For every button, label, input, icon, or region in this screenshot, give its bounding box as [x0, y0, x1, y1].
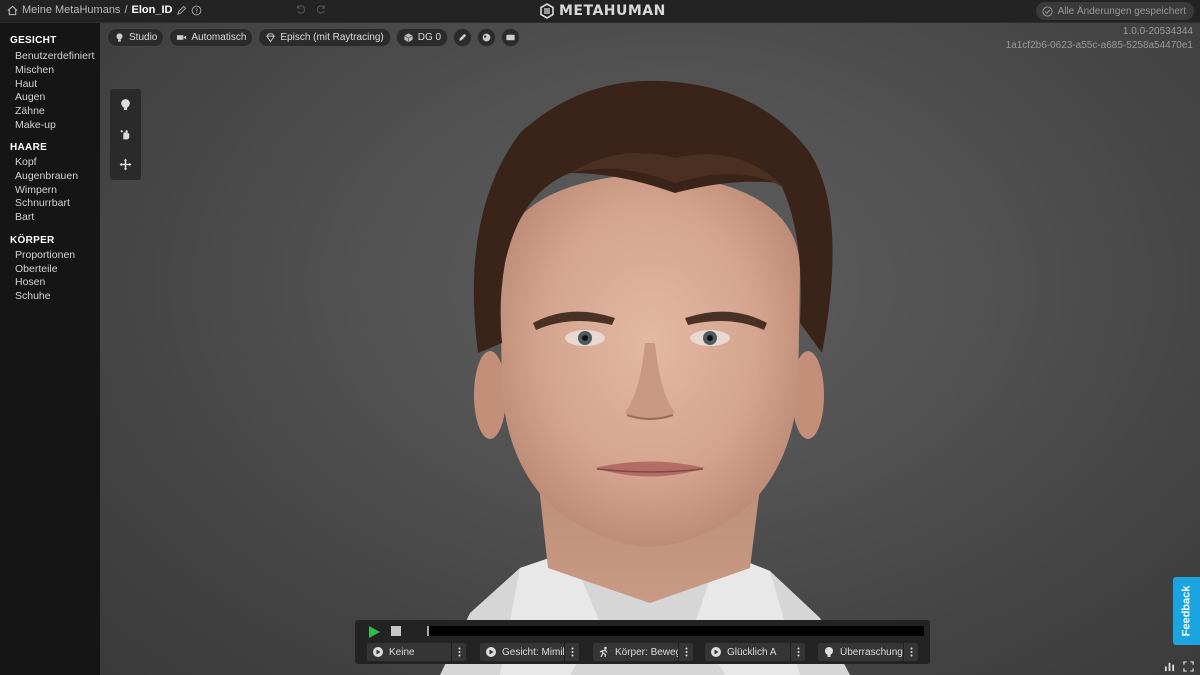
camera-dropdown[interactable]: Automatisch	[169, 28, 254, 47]
sidebar-item-proportionen[interactable]: Proportionen	[15, 249, 75, 261]
face-animation-label: Gesicht: Mimik	[502, 646, 564, 658]
running-icon	[599, 646, 608, 658]
rotate-tool-button[interactable]	[115, 123, 137, 145]
sidebar-item-bart[interactable]: Bart	[15, 211, 34, 223]
expression-label: Überraschung	[840, 646, 903, 658]
pencil-tool-button[interactable]	[453, 28, 473, 47]
sidebar-item-wimpern[interactable]: Wimpern	[15, 184, 57, 196]
hand-icon	[120, 130, 130, 140]
quality-label: Episch (mit Raytracing)	[280, 32, 384, 43]
cube-icon	[403, 33, 413, 43]
section-title-haare: HAARE	[10, 142, 48, 153]
face-animation-dropdown[interactable]: Gesicht: Mimik	[480, 643, 579, 661]
animation-preset-dropdown[interactable]: Keine	[367, 643, 466, 661]
sculpt-icon	[482, 33, 491, 42]
lod-label: DG 0	[417, 32, 442, 43]
animation-bar: Keine Gesicht: Mimik Körper: Bewegungsum…	[355, 620, 930, 664]
help-icon[interactable]: ?	[191, 5, 202, 16]
display-tool-button[interactable]	[501, 28, 521, 47]
move-tool-button[interactable]	[115, 154, 137, 176]
sidebar-item-oberteile[interactable]: Oberteile	[15, 263, 58, 275]
stats-icon[interactable]	[1164, 661, 1175, 672]
viewport-toolbar: Studio Automatisch Episch (mit Raytracin…	[107, 28, 521, 47]
sidebar-item-make-up[interactable]: Make-up	[15, 119, 56, 131]
sidebar-item-kopf[interactable]: Kopf	[15, 156, 37, 168]
version-info: 1.0.0-20534344 1a1cf2b6-0623-a55c-a685-5…	[1006, 25, 1193, 53]
lighting-label: Studio	[129, 32, 158, 43]
emotion-animation-dropdown[interactable]: Glücklich A	[705, 643, 805, 661]
quality-dropdown[interactable]: Episch (mit Raytracing)	[258, 28, 391, 47]
save-status: Alle Änderungen gespeichert	[1035, 2, 1194, 20]
face-icon	[486, 647, 496, 657]
more-icon[interactable]	[451, 643, 466, 661]
expression-dropdown[interactable]: Überraschung	[818, 643, 918, 661]
lod-dropdown[interactable]: DG 0	[395, 28, 449, 47]
pencil-icon	[459, 33, 467, 41]
emotion-animation-label: Glücklich A	[727, 646, 777, 658]
camera-label: Automatisch	[191, 32, 247, 43]
breadcrumb: Meine MetaHumans / Elon_ID ?	[7, 4, 202, 16]
breadcrumb-current: Elon_ID	[131, 4, 173, 16]
undo-redo-group	[295, 4, 327, 15]
head-icon	[121, 98, 130, 110]
head-icon	[825, 647, 833, 657]
svg-text:?: ?	[195, 6, 198, 14]
sidebar-item-hosen[interactable]: Hosen	[15, 276, 45, 288]
body-animation-dropdown[interactable]: Körper: Bewegungsumfang	[593, 643, 693, 661]
lighting-dropdown[interactable]: Studio	[107, 28, 165, 47]
more-icon[interactable]	[790, 643, 805, 661]
sculpt-tool-button[interactable]	[477, 28, 497, 47]
lightbulb-icon	[116, 33, 123, 42]
sidebar-item-benutzerdefiniert[interactable]: Benutzerdefiniert	[15, 50, 94, 62]
sidebar-item-schnurrbart[interactable]: Schnurrbart	[15, 197, 70, 209]
redo-icon[interactable]	[316, 4, 327, 15]
move-icon	[119, 158, 132, 171]
camera-icon	[177, 35, 187, 40]
sidebar-item-zaehne[interactable]: Zähne	[15, 105, 45, 117]
top-bar: Meine MetaHumans / Elon_ID ? METAHUMAN A…	[0, 0, 1200, 23]
breadcrumb-root[interactable]: Meine MetaHumans	[22, 4, 120, 16]
fullscreen-icon[interactable]	[1183, 661, 1194, 672]
play-circle-icon	[373, 647, 383, 657]
stop-icon[interactable]	[391, 626, 401, 636]
edit-icon[interactable]	[176, 5, 187, 16]
breadcrumb-separator: /	[124, 4, 128, 16]
metahuman-logo: METAHUMAN	[539, 3, 666, 19]
save-status-text: Alle Änderungen gespeichert	[1057, 5, 1186, 17]
metahuman-character	[440, 80, 850, 675]
monitor-icon	[506, 34, 515, 41]
feedback-button[interactable]: Feedback	[1173, 577, 1200, 645]
feedback-label: Feedback	[1180, 585, 1193, 637]
undo-icon[interactable]	[295, 4, 306, 15]
home-icon[interactable]	[7, 5, 18, 16]
play-icon[interactable]	[367, 625, 381, 639]
check-circle-icon	[1042, 5, 1053, 17]
more-icon[interactable]	[903, 643, 918, 661]
animation-timeline[interactable]	[427, 626, 924, 636]
more-icon[interactable]	[678, 643, 693, 661]
play-circle-icon	[711, 647, 721, 657]
animation-preset-label: Keine	[389, 646, 415, 658]
logo-text: METAHUMAN	[559, 3, 666, 19]
sidebar-item-mischen[interactable]: Mischen	[15, 64, 54, 76]
more-icon[interactable]	[564, 643, 579, 661]
version-number: 1.0.0-20534344	[1122, 26, 1193, 37]
section-title-gesicht: GESICHT	[10, 35, 57, 46]
sidebar-item-schuhe[interactable]: Schuhe	[15, 290, 51, 302]
viewport[interactable]: Studio Automatisch Episch (mit Raytracin…	[100, 23, 1200, 675]
sidebar-item-haut[interactable]: Haut	[15, 78, 37, 90]
sidebar: GESICHT Benutzerdefiniert Mischen Haut A…	[0, 23, 100, 675]
metahuman-logo-mark	[540, 3, 554, 19]
sidebar-item-augen[interactable]: Augen	[15, 91, 45, 103]
section-title-koerper: KÖRPER	[10, 235, 55, 246]
camera-tool-panel	[110, 89, 141, 180]
head-focus-button[interactable]	[115, 93, 137, 115]
version-id: 1a1cf2b6-0623-a55c-a685-5258a54470e1	[1005, 40, 1193, 51]
corner-icons	[1164, 661, 1194, 672]
timeline-playhead[interactable]	[427, 626, 429, 636]
body-animation-label: Körper: Bewegungsumfang	[615, 646, 678, 658]
gem-icon	[266, 33, 276, 43]
sidebar-item-augenbrauen[interactable]: Augenbrauen	[15, 170, 78, 182]
